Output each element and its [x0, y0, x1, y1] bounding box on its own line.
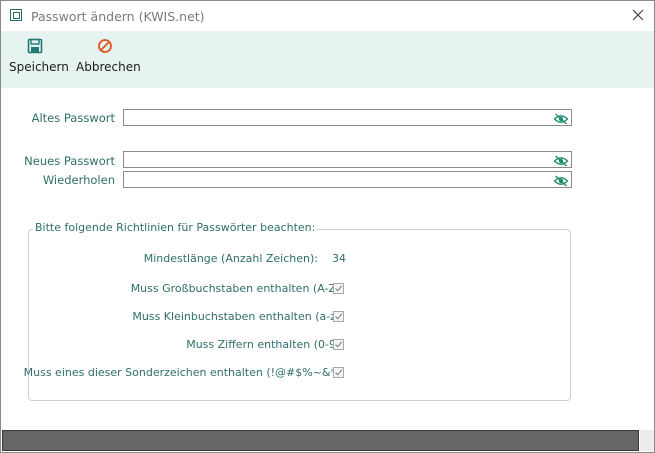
new-password-label: Neues Passwort: [24, 154, 115, 168]
rule-lowercase-checkbox: [333, 311, 344, 322]
cancel-label: Abbrechen: [76, 60, 141, 74]
min-length-label: Mindestlänge (Anzahl Zeichen):: [143, 252, 318, 265]
new-password-input[interactable]: [126, 152, 546, 167]
status-bar: [2, 430, 639, 451]
checkmark-icon: [335, 313, 343, 320]
repeat-password-label: Wiederholen: [42, 173, 115, 187]
eye-slash-icon: [553, 155, 569, 167]
min-length-value: 34: [332, 252, 346, 265]
password-change-window: Passwort ändern (KWIS.net) Speichern Abb…: [0, 0, 655, 453]
checkmark-icon: [335, 369, 343, 376]
window-title: Passwort ändern (KWIS.net): [31, 9, 205, 24]
new-password-field[interactable]: [123, 151, 572, 168]
new-password-visibility-toggle[interactable]: [553, 153, 569, 167]
password-rules-title: Bitte folgende Richtlinien für Passwörte…: [33, 221, 318, 234]
old-password-label: Altes Passwort: [31, 111, 115, 125]
rule-digits-label: Muss Ziffern enthalten (0-9):: [186, 338, 344, 351]
eye-slash-icon: [553, 175, 569, 187]
resize-grip[interactable]: [640, 430, 654, 451]
floppy-disk-icon: [27, 38, 43, 54]
repeat-password-visibility-toggle[interactable]: [553, 173, 569, 187]
repeat-password-input[interactable]: [126, 172, 546, 187]
save-button[interactable]: Speichern: [1, 31, 71, 88]
app-window-icon: [10, 9, 22, 21]
close-icon: [632, 9, 644, 21]
save-label: Speichern: [9, 60, 69, 74]
old-password-visibility-toggle[interactable]: [553, 111, 569, 125]
rule-special-chars-label: Muss eines dieser Sonderzeichen enthalte…: [23, 366, 344, 379]
checkmark-icon: [335, 341, 343, 348]
rule-uppercase-checkbox: [333, 283, 344, 294]
eye-slash-icon: [553, 113, 569, 125]
old-password-input[interactable]: [126, 110, 546, 125]
repeat-password-field[interactable]: [123, 171, 572, 188]
cancel-button[interactable]: Abbrechen: [71, 31, 141, 88]
rule-lowercase-label: Muss Kleinbuchstaben enthalten (a-z):: [132, 310, 344, 323]
rule-uppercase-label: Muss Großbuchstaben enthalten (A-Z):: [130, 282, 344, 295]
rule-digits-checkbox: [333, 339, 344, 350]
checkmark-icon: [335, 285, 343, 292]
prohibited-icon: [98, 39, 112, 53]
old-password-field[interactable]: [123, 109, 572, 126]
rule-special-chars-checkbox: [333, 367, 344, 378]
close-button[interactable]: [629, 6, 647, 24]
title-bar: Passwort ändern (KWIS.net): [1, 1, 654, 31]
toolbar: Speichern Abbrechen: [1, 31, 654, 88]
